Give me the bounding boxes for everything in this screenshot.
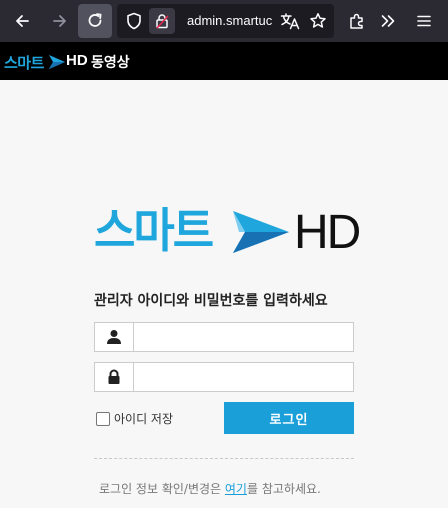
menu-icon — [417, 15, 431, 27]
site-security-button[interactable] — [149, 8, 175, 34]
login-page: 스마트 HD 관리자 아이디와 비밀번호를 입력하세요 아이디 저장 로그인 로… — [0, 80, 448, 508]
user-icon — [107, 330, 121, 344]
divider — [94, 458, 354, 459]
extensions-icon — [350, 13, 363, 29]
reload-button[interactable] — [78, 4, 112, 38]
back-button[interactable] — [5, 4, 39, 38]
brand-logo-arrow-icon — [233, 211, 289, 257]
overflow-button[interactable] — [371, 4, 405, 38]
help-link[interactable]: 여기 — [225, 482, 247, 496]
translate-icon — [280, 13, 300, 30]
lock-icon — [156, 14, 169, 29]
header-logo-arrow-icon — [49, 54, 65, 73]
header-title: 동영상 — [91, 55, 130, 71]
login-button[interactable]: 로그인 — [224, 402, 354, 434]
help-text: 로그인 정보 확인/변경은 여기를 참고하세요. — [99, 480, 321, 497]
password-field-icon-cell — [95, 363, 134, 391]
user-id-field — [94, 322, 354, 352]
header-logo-text[interactable]: 스마트 — [4, 52, 44, 73]
bookmark-star-icon — [310, 13, 326, 28]
lock-icon — [108, 369, 120, 384]
remember-id-checkbox[interactable] — [96, 411, 110, 426]
brand-logo-suffix: HD — [294, 206, 361, 259]
app-menu-button[interactable] — [407, 4, 441, 38]
help-text-prefix: 로그인 정보 확인/변경은 — [99, 482, 225, 496]
header-logo-suffix[interactable]: HD — [66, 52, 88, 69]
bookmark-button[interactable] — [301, 4, 335, 38]
shield-icon[interactable] — [125, 12, 143, 34]
password-field — [94, 362, 354, 392]
forward-button[interactable] — [43, 4, 77, 38]
remember-id[interactable]: 아이디 저장 — [96, 410, 173, 427]
password-input[interactable] — [135, 363, 353, 391]
login-prompt: 관리자 아이디와 비밀번호를 입력하세요 — [94, 293, 328, 309]
url-text[interactable]: admin.smartuc — [187, 13, 272, 28]
user-id-field-icon-cell — [95, 323, 134, 351]
extensions-button[interactable] — [340, 4, 374, 38]
browser-toolbar: admin.smartuc — [0, 0, 448, 42]
brand-logo-text: 스마트 — [94, 202, 214, 259]
overflow-icon — [381, 15, 395, 27]
back-icon — [16, 15, 29, 27]
help-text-suffix: 를 참고하세요. — [246, 482, 321, 496]
user-id-input[interactable] — [135, 323, 353, 351]
remember-id-label[interactable]: 아이디 저장 — [114, 410, 173, 427]
reload-icon — [88, 13, 102, 27]
site-header: 스마트 HD 동영상 — [0, 42, 448, 80]
forward-icon — [53, 15, 66, 27]
